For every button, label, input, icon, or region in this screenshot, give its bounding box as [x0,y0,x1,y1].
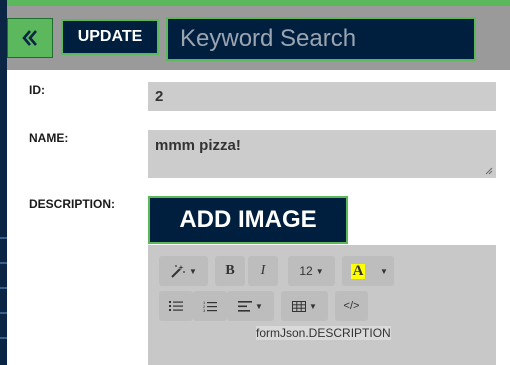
table-icon [292,300,307,312]
text-color-icon: A [350,262,366,279]
bold-button[interactable]: B [215,256,245,286]
color-dropdown-button[interactable]: ▼ [374,256,394,286]
code-view-icon: </> [343,300,360,312]
description-label: DESCRIPTION: [29,197,116,211]
double-chevron-left-icon [22,30,37,46]
text-color-button[interactable]: A [342,256,374,286]
caret-down-icon: ▼ [189,266,197,276]
rich-text-editor: ▼ B I 12 ▼ A ▼ 1 2 3 ▼ ▼ </> formJson.DE… [148,245,496,365]
paragraph-align-dropdown[interactable]: ▼ [227,291,274,321]
magic-wand-dropdown[interactable]: ▼ [159,256,208,286]
resize-handle-icon[interactable] [485,167,493,175]
code-view-button[interactable]: </> [335,291,368,321]
top-toolbar: UPDATE Keyword Search [7,6,510,70]
font-size-value: 12 [299,264,313,278]
caret-down-icon: ▼ [315,266,324,276]
align-icon [238,300,253,312]
caret-down-icon: ▼ [380,266,388,276]
unordered-list-icon [169,301,183,311]
italic-button[interactable]: I [248,256,278,286]
id-label: ID: [29,83,45,97]
ordered-list-icon: 1 2 3 [203,300,217,313]
svg-text:3: 3 [203,308,206,313]
font-size-dropdown[interactable]: 12 ▼ [288,256,335,286]
ordered-list-button[interactable]: 1 2 3 [193,291,227,321]
editor-content[interactable]: formJson.DESCRIPTION [256,326,391,340]
name-label: NAME: [29,131,69,145]
magic-wand-icon [171,265,185,278]
edge-mark [0,287,7,289]
italic-icon: I [260,263,266,278]
bold-icon: B [225,263,235,278]
unordered-list-button[interactable] [159,291,193,321]
table-dropdown[interactable]: ▼ [281,291,328,321]
edge-mark [0,337,7,339]
id-field[interactable]: 2 [148,82,496,111]
edge-mark [0,237,7,239]
edge-mark [0,262,7,264]
left-edge-bar [0,0,7,365]
keyword-search-input[interactable]: Keyword Search [166,17,476,61]
edge-mark [0,312,7,314]
update-button[interactable]: UPDATE [61,19,159,55]
back-button[interactable] [7,18,53,58]
search-placeholder: Keyword Search [180,25,357,52]
caret-down-icon: ▼ [309,301,317,311]
add-image-button[interactable]: ADD IMAGE [148,196,348,244]
caret-down-icon: ▼ [255,301,263,311]
name-value: mmm pizza! [155,137,241,154]
name-textarea[interactable]: mmm pizza! [148,130,496,178]
